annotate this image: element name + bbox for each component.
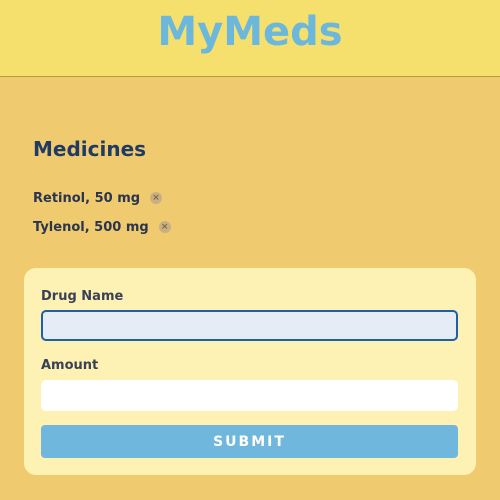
medicine-label: Tylenol, 500 mg: [33, 219, 149, 235]
app-title: MyMeds: [157, 9, 343, 55]
submit-button[interactable]: SUBMIT: [41, 425, 458, 458]
drug-name-label: Drug Name: [41, 289, 124, 304]
list-item: Tylenol, 500 mg ×: [33, 217, 171, 237]
remove-icon[interactable]: ×: [158, 221, 171, 233]
list-item: Retinol, 50 mg ×: [33, 188, 171, 208]
app-header: MyMeds: [0, 0, 500, 77]
medicine-label: Retinol, 50 mg: [33, 190, 141, 206]
drug-name-input[interactable]: [41, 310, 458, 341]
remove-icon[interactable]: ×: [150, 192, 163, 204]
amount-label: Amount: [41, 358, 99, 373]
add-medicine-form: Drug Name Amount SUBMIT: [24, 268, 476, 475]
medicine-list: Retinol, 50 mg × Tylenol, 500 mg ×: [33, 188, 171, 246]
medicines-heading: Medicines: [33, 137, 147, 161]
amount-input[interactable]: [41, 380, 458, 411]
